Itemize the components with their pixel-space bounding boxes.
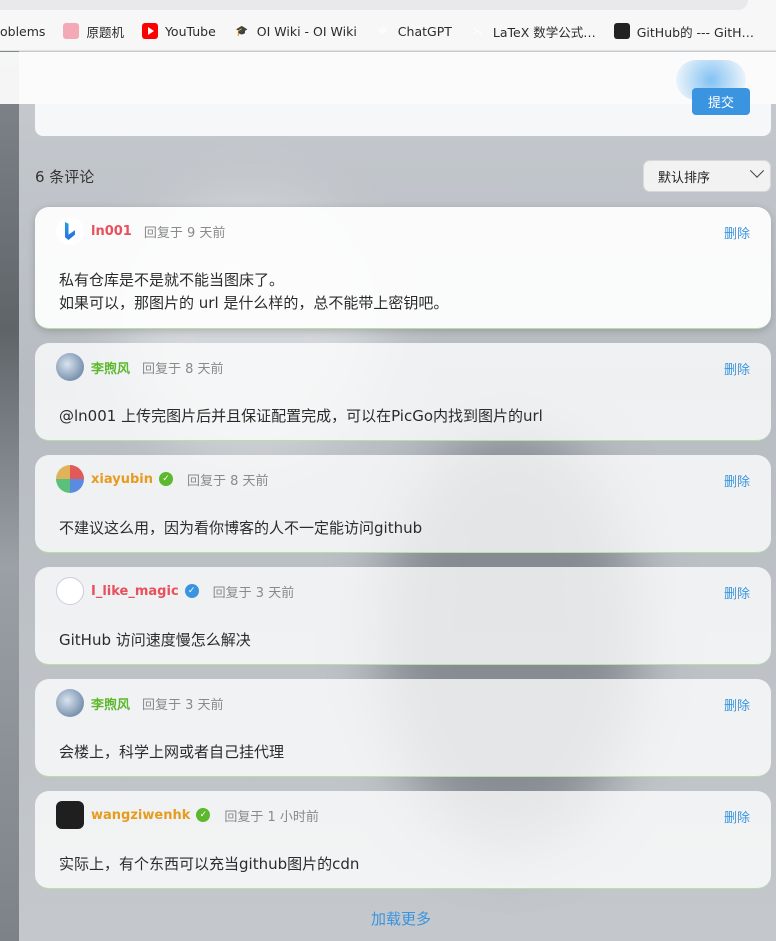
comment-body: @ln001 上传完图片后并且保证配置完成，可以在PicGo内找到图片的url <box>59 405 543 428</box>
latex-icon: ⋋ <box>472 25 483 37</box>
comment-editor-card <box>35 104 771 136</box>
comment-line: 实际上，有个东西可以充当github图片的cdn <box>59 855 360 873</box>
comment-header: wangziwenhk ✓ 回复于 1 小时前 <box>56 801 319 829</box>
bookmark-latex[interactable]: ⋋ LaTeX 数学公式… <box>470 22 596 41</box>
bookmark-gmail[interactable]: M <box>772 23 776 39</box>
avatar[interactable] <box>56 217 84 245</box>
comment-header: ln001 回复于 9 天前 <box>56 217 225 245</box>
bookmark-yuantiji[interactable]: 原题机 <box>63 22 124 41</box>
avatar[interactable] <box>56 577 84 605</box>
comment-author[interactable]: ln001 <box>91 224 132 239</box>
comment-time: 回复于 3 天前 <box>142 697 224 713</box>
delete-button[interactable]: 删除 <box>724 807 750 826</box>
comment-body: GitHub 访问速度慢怎么解决 <box>59 629 251 652</box>
bookmark-label: OI Wiki - OI Wiki <box>256 23 357 39</box>
bookmark-youtube[interactable]: YouTube <box>141 23 216 39</box>
comment-author[interactable]: I_like_magic <box>91 584 179 599</box>
sort-select[interactable]: 默认排序 <box>643 160 771 192</box>
comment-line: GitHub 访问速度慢怎么解决 <box>59 631 251 649</box>
avatar[interactable] <box>56 801 84 829</box>
bookmark-problems[interactable]: oblems <box>0 24 45 39</box>
comment-card: ln001 回复于 9 天前 删除 私有仓库是不是就不能当图床了。 如果可以，那… <box>35 207 771 329</box>
comment-card: xiayubin ✓ 回复于 8 天前 删除 不建议这么用，因为看你博客的人不一… <box>35 455 771 553</box>
bookmark-oi-wiki[interactable]: 🎓 OI Wiki - OI Wiki <box>234 23 357 39</box>
comment-count: 6 条评论 <box>35 168 95 186</box>
tab-strip-edge <box>0 0 748 10</box>
comment-author[interactable]: xiayubin <box>91 472 153 487</box>
bookmark-label: LaTeX 数学公式… <box>492 24 596 40</box>
delete-button[interactable]: 删除 <box>724 223 750 242</box>
comment-body: 会楼上，科学上网或者自己挂代理 <box>59 741 284 764</box>
comment-header: I_like_magic ✓ 回复于 3 天前 <box>56 577 294 605</box>
load-more-link[interactable]: 加载更多 <box>371 908 431 929</box>
page-header <box>0 52 776 104</box>
bookmark-label: 原题机 <box>86 24 124 40</box>
bookmark-chatgpt[interactable]: ✲ ChatGPT <box>375 23 452 39</box>
bookmark-github[interactable]: GitHub的 --- GitH… <box>613 22 755 41</box>
gmail-icon: M <box>772 23 776 39</box>
comment-time: 回复于 9 天前 <box>143 225 226 241</box>
comment-time: 回复于 8 天前 <box>186 473 269 489</box>
comment-body: 私有仓库是不是就不能当图床了。 如果可以，那图片的 url 是什么样的，总不能带… <box>59 269 448 315</box>
comment-body: 不建议这么用，因为看你博客的人不一定能访问github <box>59 517 422 540</box>
comment-line: 如果可以，那图片的 url 是什么样的，总不能带上密钥吧。 <box>59 294 449 312</box>
avatar[interactable] <box>56 353 84 381</box>
comment-line: 不建议这么用，因为看你博客的人不一定能访问github <box>59 519 423 537</box>
youtube-icon <box>141 23 158 39</box>
verified-check-icon: ✓ <box>158 472 173 486</box>
comment-line: 会楼上，科学上网或者自己挂代理 <box>59 743 285 761</box>
delete-button[interactable]: 删除 <box>724 359 750 378</box>
bookmark-label: ChatGPT <box>397 23 452 39</box>
comment-card: I_like_magic ✓ 回复于 3 天前 删除 GitHub 访问速度慢怎… <box>35 567 771 665</box>
bookmark-label: oblems <box>0 23 46 39</box>
comment-author[interactable]: 李煦风 <box>91 358 130 377</box>
comment-header: 李煦风 回复于 3 天前 <box>56 689 224 717</box>
comment-body: 实际上，有个东西可以充当github图片的cdn <box>59 853 359 876</box>
comment-card: 李煦风 回复于 8 天前 删除 @ln001 上传完图片后并且保证配置完成，可以… <box>35 343 771 441</box>
avatar[interactable] <box>56 689 84 717</box>
comment-card: 李煦风 回复于 3 天前 删除 会楼上，科学上网或者自己挂代理 <box>35 679 771 777</box>
bookmark-label: GitHub的 --- GitH… <box>636 24 755 40</box>
comment-author[interactable]: wangziwenhk <box>91 808 190 823</box>
bookmark-label: YouTube <box>164 23 216 39</box>
chatgpt-icon: ✲ <box>378 25 387 37</box>
comment-line: 私有仓库是不是就不能当图床了。 <box>59 271 285 289</box>
comment-card: wangziwenhk ✓ 回复于 1 小时前 删除 实际上，有个东西可以充当g… <box>35 791 771 889</box>
oi-wiki-icon: 🎓 <box>235 25 249 37</box>
background-left <box>0 0 19 941</box>
verified-check-icon: ✓ <box>184 584 199 598</box>
avatar[interactable] <box>56 465 84 493</box>
verified-check-icon: ✓ <box>196 808 211 822</box>
comment-line: @ln001 上传完图片后并且保证配置完成，可以在PicGo内找到图片的url <box>59 407 543 425</box>
comment-time: 回复于 1 小时前 <box>224 809 319 825</box>
sort-selected-value: 默认排序 <box>658 170 711 186</box>
pink-circle-icon <box>63 23 80 39</box>
github-icon <box>613 23 630 39</box>
delete-button[interactable]: 删除 <box>724 583 750 602</box>
chevron-down-icon <box>749 163 765 178</box>
comment-author[interactable]: 李煦风 <box>91 694 130 713</box>
bookmarks-bar: oblems 原题机 YouTube 🎓 OI Wiki - OI Wiki ✲ C… <box>0 0 776 51</box>
comment-header: 李煦风 回复于 8 天前 <box>56 353 224 381</box>
submit-button[interactable]: 提交 <box>692 88 750 115</box>
delete-button[interactable]: 删除 <box>724 471 750 490</box>
comment-header: xiayubin ✓ 回复于 8 天前 <box>56 465 269 493</box>
comment-time: 回复于 8 天前 <box>142 361 224 377</box>
delete-button[interactable]: 删除 <box>724 695 750 714</box>
comment-time: 回复于 3 天前 <box>212 585 295 601</box>
